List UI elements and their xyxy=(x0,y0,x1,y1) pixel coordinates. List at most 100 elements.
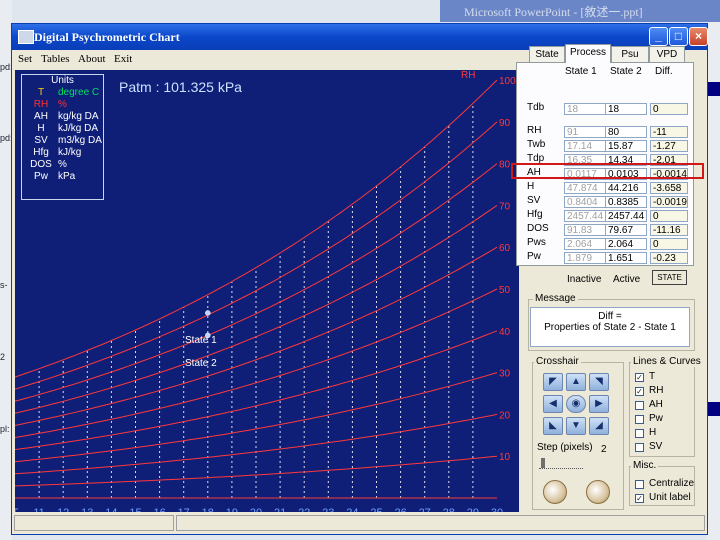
step-slider[interactable] xyxy=(539,458,583,469)
checkbox[interactable]: ✓ xyxy=(635,387,644,396)
cell-s2[interactable]: 0.8385 xyxy=(605,196,647,208)
status-panel-1 xyxy=(14,515,174,531)
background-label: pl: xyxy=(0,424,10,434)
checkbox-label[interactable]: SV xyxy=(649,441,662,452)
cell-diff: -3.658 xyxy=(650,182,688,194)
cell-s2[interactable]: 1.651 xyxy=(605,252,647,264)
maximize-button[interactable]: □ xyxy=(669,27,688,46)
psychrometric-chart[interactable]: 100908070605040302010T111213141516171819… xyxy=(15,70,519,518)
background-window-titlebar: Microsoft PowerPoint - [敘述一.ppt] xyxy=(440,0,720,22)
menu-tables[interactable]: Tables xyxy=(41,53,70,65)
close-button[interactable]: × xyxy=(689,27,708,46)
message-line1: Diff = xyxy=(598,311,622,322)
cell-s2[interactable]: 44.216 xyxy=(605,182,647,194)
tab-psu[interactable]: Psu xyxy=(611,46,649,62)
checkbox[interactable] xyxy=(635,443,644,452)
menu-set[interactable]: Set xyxy=(18,53,32,65)
state-button[interactable]: STATE xyxy=(652,270,687,285)
cell-s2[interactable]: 18 xyxy=(605,103,647,115)
center-globe-button[interactable]: ◉ xyxy=(566,395,586,413)
units-symbol: SV xyxy=(34,135,48,146)
cell-s2[interactable]: 2.064 xyxy=(605,238,647,250)
arrow-down-right-button[interactable]: ◢ xyxy=(589,417,609,435)
checkbox[interactable] xyxy=(635,480,644,489)
zoom-out-button[interactable] xyxy=(543,480,567,504)
background-right-strip xyxy=(706,22,720,540)
cell-s2[interactable]: 79.67 xyxy=(605,224,647,236)
arrow-left-button[interactable]: ◀ xyxy=(543,395,563,413)
rh-tick-label: 100 xyxy=(499,76,516,87)
inactive-option[interactable]: Inactive xyxy=(567,274,601,285)
units-symbol: Pw xyxy=(34,171,48,182)
menu-about[interactable]: About xyxy=(78,53,106,65)
cell-s1: 91 xyxy=(564,126,606,138)
checkbox[interactable]: ✓ xyxy=(635,494,644,503)
units-row: HkJ/kg DA xyxy=(22,123,103,135)
units-value: degree C xyxy=(58,87,100,98)
background-label: s- xyxy=(0,280,8,290)
zoom-in-button[interactable] xyxy=(586,480,610,504)
row-label: RH xyxy=(527,125,542,136)
background-block xyxy=(708,82,720,96)
arrow-down-left-button[interactable]: ◣ xyxy=(543,417,563,435)
row-label: SV xyxy=(527,195,541,206)
checkbox-label[interactable]: Pw xyxy=(649,413,663,424)
lines-curves-title: Lines & Curves xyxy=(631,356,703,367)
rh-tick-label: 30 xyxy=(499,369,511,380)
cell-s1: 18 xyxy=(564,103,606,115)
app-icon xyxy=(18,30,34,44)
checkbox-label[interactable]: H xyxy=(649,427,656,438)
header-state2: State 2 xyxy=(610,66,642,77)
checkbox-label[interactable]: AH xyxy=(649,399,663,410)
arrow-down-button[interactable]: ▼ xyxy=(566,417,586,435)
checkbox-label[interactable]: Centralize xyxy=(649,478,694,489)
arrow-up-button[interactable]: ▲ xyxy=(566,373,586,391)
cell-s1: 2457.44 xyxy=(564,210,606,222)
cell-s1: 17.14 xyxy=(564,140,606,152)
cell-s2[interactable]: 80 xyxy=(605,126,647,138)
checkbox[interactable]: ✓ xyxy=(635,373,644,382)
checkbox[interactable] xyxy=(635,401,644,410)
message-box: Diff = Properties of State 2 - State 1 xyxy=(530,307,690,347)
highlight-box xyxy=(511,163,704,179)
cell-s2[interactable]: 2457.44 xyxy=(605,210,647,222)
tab-process[interactable]: Process xyxy=(565,44,611,63)
arrow-right-button[interactable]: ▶ xyxy=(589,395,609,413)
cell-diff: -0.23 xyxy=(650,252,688,264)
message-line2: Properties of State 2 - State 1 xyxy=(544,322,676,333)
arrow-up-left-button[interactable]: ◤ xyxy=(543,373,563,391)
row-label: Tdb xyxy=(527,102,545,113)
units-symbol: Hfg xyxy=(33,147,49,158)
step-slider-thumb[interactable] xyxy=(541,458,545,468)
checkbox[interactable] xyxy=(635,429,644,438)
cell-diff: -0.0019 xyxy=(650,196,688,208)
rh-tick-label: 80 xyxy=(499,160,511,171)
rh-tick-label: 10 xyxy=(499,452,511,463)
row-label: Pw xyxy=(527,251,541,262)
state2-label: State 2 xyxy=(185,358,217,369)
units-title: Units xyxy=(51,75,74,86)
checkbox-label[interactable]: Unit label xyxy=(649,492,691,503)
arrow-up-right-button[interactable]: ◥ xyxy=(589,373,609,391)
rh-curve xyxy=(15,413,498,475)
checkbox[interactable] xyxy=(635,415,644,424)
active-option[interactable]: Active xyxy=(613,274,640,285)
cell-diff: -11 xyxy=(650,126,688,138)
units-rows: Tdegree C RH% AH kg/kg DA HkJ/kg DA SV m3/kg D… xyxy=(22,87,103,183)
tab-vpd[interactable]: VPD xyxy=(649,46,685,62)
checkbox-label[interactable]: T xyxy=(649,371,655,382)
units-value: % xyxy=(58,159,67,170)
header-diff: Diff. xyxy=(655,66,673,77)
units-legend: Units Tdegree C RH% AH kg/kg DA HkJ/kg DA SV m… xyxy=(21,74,104,200)
row-label: Twb xyxy=(527,139,546,150)
cell-s1: 2.064 xyxy=(564,238,606,250)
cell-s2[interactable]: 15.87 xyxy=(605,140,647,152)
units-symbol: AH xyxy=(34,111,48,122)
menu-exit[interactable]: Exit xyxy=(114,53,132,65)
minimize-button[interactable]: _ xyxy=(649,27,668,46)
cell-s1: 91.83 xyxy=(564,224,606,236)
tab-state[interactable]: State xyxy=(529,46,565,62)
checkbox-label[interactable]: RH xyxy=(649,385,663,396)
rh-tick-label: 90 xyxy=(499,118,511,129)
misc-title: Misc. xyxy=(631,460,659,471)
